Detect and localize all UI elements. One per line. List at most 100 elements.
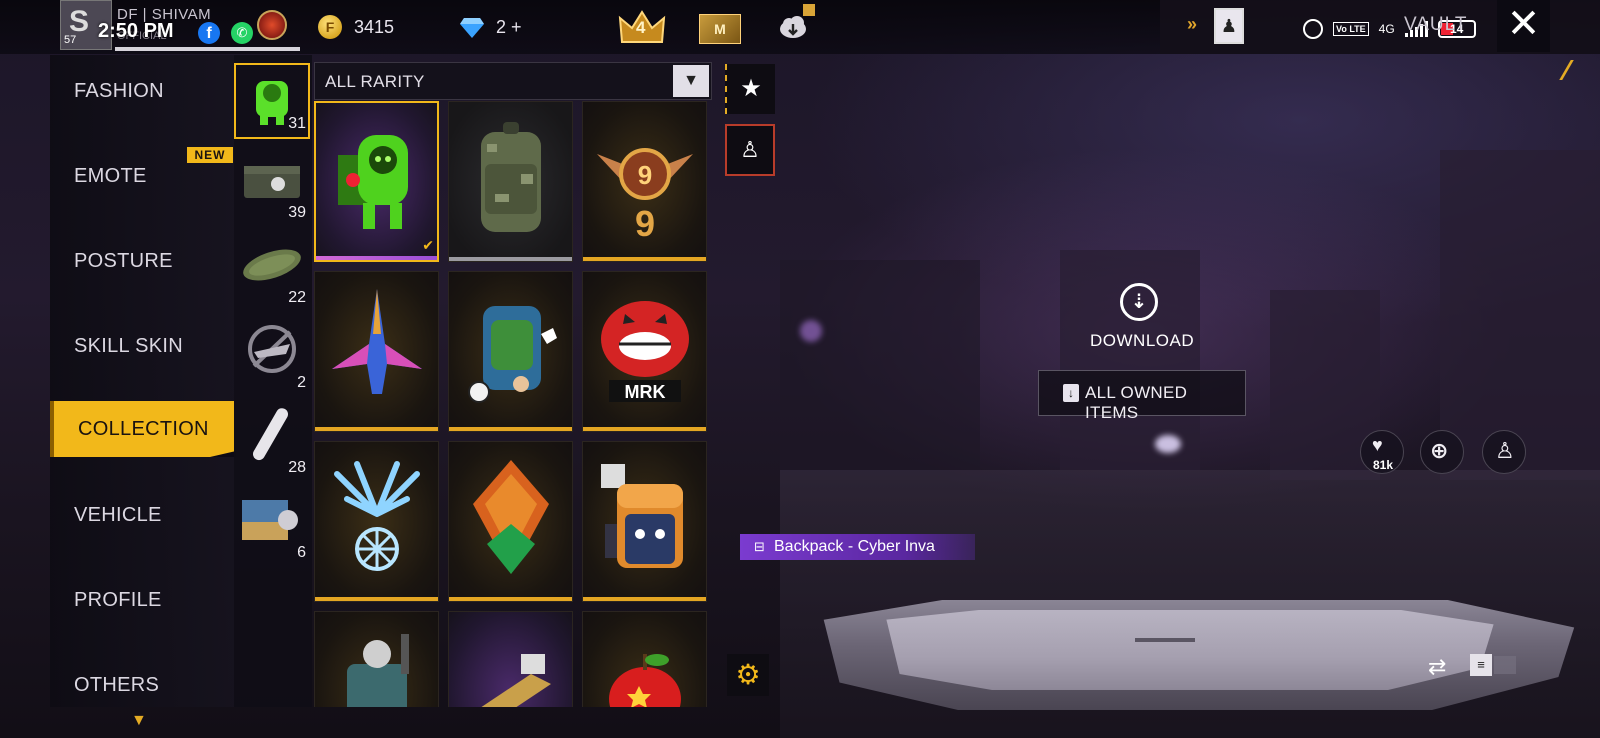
download-label[interactable]: DOWNLOAD: [1090, 331, 1194, 351]
diamond-icon: [460, 18, 484, 38]
player-xp-bar: [115, 47, 300, 51]
item-tile[interactable]: [448, 611, 573, 707]
gold-coin-icon: F: [318, 15, 342, 39]
skyboard-category-icon: [253, 408, 288, 461]
football-backpack-icon: [468, 306, 557, 403]
backpack-icon: ⊟: [754, 539, 765, 554]
mystery-shop-icon[interactable]: M: [699, 14, 741, 44]
shuffle-icon[interactable]: ⇄: [1428, 654, 1446, 680]
category-skill-skin[interactable]: SKILL SKIN: [50, 318, 234, 374]
item-tile[interactable]: 9 9: [582, 101, 707, 262]
tile-brand-label: MRK: [625, 382, 666, 402]
network-type: 4G: [1378, 22, 1395, 36]
close-button[interactable]: ✕: [1497, 0, 1550, 52]
all-owned-items-button[interactable]: ↓ ALL OWNED ITEMS: [1038, 370, 1246, 422]
download-icon[interactable]: ⇣: [1120, 283, 1158, 321]
all-owned-items-label: ALL OWNED ITEMS: [1085, 383, 1188, 422]
parachute-category-icon: [248, 325, 296, 373]
owned-check-icon: ✔: [422, 237, 434, 253]
likes-count: 81k: [1372, 458, 1394, 472]
sub-category-banner[interactable]: 6: [234, 480, 312, 561]
download-box-icon: ↓: [1063, 384, 1079, 402]
sub-category-count: 39: [288, 204, 306, 221]
zoom-in-icon: ⊕: [1430, 438, 1449, 463]
settings-button[interactable]: ⚙: [727, 654, 769, 696]
sub-category-skyboard[interactable]: 28: [234, 395, 312, 476]
selected-item-name: Backpack - Cyber Inva: [774, 538, 935, 555]
jet-fighter-backpack-icon: [332, 289, 422, 394]
character-profile-icon[interactable]: ♟: [1214, 8, 1244, 44]
sub-category-parachute[interactable]: 2: [234, 310, 312, 391]
mech-backpack-icon: [347, 634, 409, 707]
cartoon-backpack-icon: [601, 464, 683, 568]
item-tile[interactable]: [448, 441, 573, 602]
star-icon: ★: [740, 75, 762, 102]
like-button[interactable]: ♥ 81k: [1360, 430, 1404, 474]
item-tile[interactable]: [582, 611, 707, 707]
sub-category-loot-box[interactable]: 39: [234, 140, 312, 221]
banner-category-icon: [242, 500, 298, 540]
item-tile[interactable]: [314, 271, 439, 432]
green-kite-backpack-icon: [473, 460, 549, 574]
sub-category-count: 2: [297, 374, 306, 391]
item-tile[interactable]: [314, 441, 439, 602]
category-posture[interactable]: POSTURE: [50, 233, 234, 289]
item-tile[interactable]: MRK: [582, 271, 707, 432]
character-view-button[interactable]: ♙: [1482, 430, 1526, 474]
sub-category-count: 28: [288, 459, 306, 476]
surfboard-category-icon: [243, 249, 301, 281]
mannequin-icon: ♙: [740, 137, 760, 162]
item-tile[interactable]: [314, 611, 439, 707]
new-badge: NEW: [187, 147, 233, 163]
sub-category-count: 22: [288, 289, 306, 306]
red-monster-backpack-icon: MRK: [601, 301, 689, 402]
sub-category-count: 6: [297, 544, 306, 561]
svg-text:9: 9: [638, 160, 652, 190]
item-grid: ✔ 9 9 MRK: [314, 101, 714, 707]
sub-category-surfboard[interactable]: 22: [234, 225, 312, 306]
outfit-toggle-button[interactable]: ♙: [725, 124, 775, 176]
cloud-gift-icon[interactable]: [778, 12, 808, 42]
rarity-filter-label: ALL RARITY: [325, 72, 425, 91]
apple-backpack-icon: [609, 654, 681, 707]
sub-category-count: 31: [288, 115, 306, 132]
camo-backpack-icon: [481, 122, 541, 232]
ice-crystal-backpack-icon: [334, 461, 420, 571]
sub-category-backpack[interactable]: 31: [234, 55, 312, 139]
item-tile[interactable]: [448, 101, 573, 262]
category-vehicle[interactable]: VEHICLE: [50, 487, 234, 543]
gold-amount: 3415: [354, 17, 395, 37]
rarity-filter-dropdown[interactable]: ALL RARITY ▼: [314, 62, 712, 100]
category-collection[interactable]: COLLECTION: [50, 401, 234, 457]
zoom-button[interactable]: ⊕: [1420, 430, 1464, 474]
item-tile[interactable]: [448, 271, 573, 432]
player-level: 57: [64, 34, 77, 46]
crown-level: 4: [636, 18, 646, 37]
chevron-down-icon[interactable]: ▼: [131, 712, 147, 730]
status-clock: 2:50 PM: [98, 20, 174, 42]
diamond-amount[interactable]: 2 +: [496, 17, 522, 38]
dropdown-arrow-icon[interactable]: ▼: [673, 65, 709, 97]
svg-text:9: 9: [635, 203, 655, 244]
gift-notification-icon: [803, 4, 815, 16]
gear-icon: ⚙: [735, 659, 761, 690]
list-view-icon[interactable]: ≡: [1470, 654, 1492, 676]
item-tile[interactable]: ✔: [314, 101, 439, 262]
page-title: VAULT: [1404, 14, 1468, 35]
category-profile[interactable]: PROFILE: [50, 572, 234, 628]
display-platform-top: [886, 610, 1494, 690]
winged-emblem-backpack-icon: 9 9: [597, 148, 693, 244]
expand-arrows-icon[interactable]: »: [1187, 14, 1197, 35]
item-tile[interactable]: [582, 441, 707, 602]
category-others[interactable]: OTHERS: [50, 657, 234, 713]
list-view-track: [1494, 656, 1516, 674]
category-fashion[interactable]: FASHION: [50, 63, 234, 119]
rank-emblem-icon[interactable]: [257, 10, 287, 40]
alarm-icon: [1303, 19, 1323, 39]
gold-gun-backpack-icon: [481, 654, 551, 707]
selected-item-name-tag: ⊟ Backpack - Cyber Inva: [740, 534, 975, 560]
favorites-button[interactable]: ★: [725, 64, 775, 114]
sub-category-column: 31 39 22 2 28 6: [234, 55, 312, 707]
volte-icon: Vo LTE: [1333, 22, 1369, 36]
character-icon: ♙: [1495, 438, 1515, 463]
